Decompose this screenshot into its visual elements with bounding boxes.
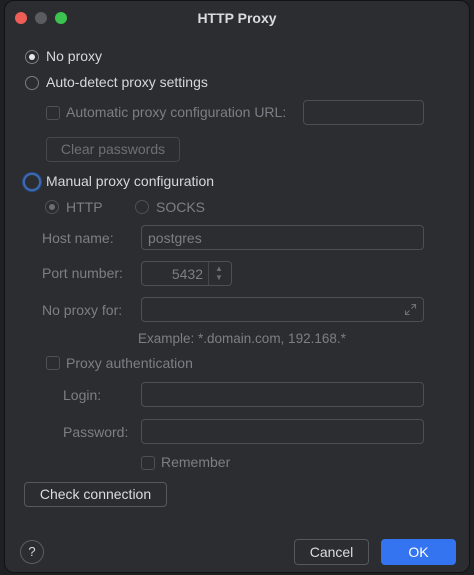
password-label: Password: [63,424,129,440]
title-bar: HTTP Proxy [5,1,469,35]
auto-detect-radio[interactable] [25,76,39,90]
http-proxy-dialog: HTTP Proxy No proxy Auto-detect proxy se… [4,0,470,573]
port-number-stepper[interactable]: 5432 ▲ ▼ [141,261,232,286]
stepper-arrows[interactable]: ▲ ▼ [208,262,231,285]
login-label: Login: [63,387,102,403]
auto-config-url-checkbox[interactable] [46,106,60,120]
no-proxy-for-label: No proxy for: [42,302,123,318]
http-label[interactable]: HTTP [66,199,103,215]
ok-button[interactable]: OK [381,539,456,565]
chevron-up-icon[interactable]: ▲ [215,265,223,273]
no-proxy-example-hint: Example: *.domain.com, 192.168.* [138,331,346,346]
proxy-auth-label[interactable]: Proxy authentication [66,355,193,371]
auto-config-url-input[interactable] [303,100,424,125]
port-number-value: 5432 [171,266,203,282]
socks-radio[interactable] [135,200,149,214]
no-proxy-for-input[interactable] [141,297,424,322]
host-name-label: Host name: [42,230,114,246]
remember-label[interactable]: Remember [161,454,230,470]
dialog-title: HTTP Proxy [197,10,277,26]
no-proxy-label[interactable]: No proxy [46,48,102,64]
remember-checkbox[interactable] [141,456,155,470]
no-proxy-radio[interactable] [25,50,39,64]
auto-detect-label[interactable]: Auto-detect proxy settings [46,74,208,90]
clear-passwords-button[interactable]: Clear passwords [46,137,180,162]
chevron-down-icon[interactable]: ▼ [215,274,223,282]
host-name-input[interactable]: postgres [141,225,424,250]
auto-config-url-label: Automatic proxy configuration URL: [66,104,287,120]
password-input[interactable] [141,419,424,444]
manual-proxy-label[interactable]: Manual proxy configuration [46,173,214,189]
expand-icon[interactable] [404,303,417,316]
cancel-button[interactable]: Cancel [294,539,369,565]
check-connection-button[interactable]: Check connection [24,482,167,507]
help-button[interactable]: ? [20,540,44,564]
login-input[interactable] [141,382,424,407]
socks-label[interactable]: SOCKS [156,199,205,215]
port-number-label: Port number: [42,265,123,281]
http-radio[interactable] [45,200,59,214]
manual-proxy-radio[interactable] [23,173,41,191]
proxy-auth-checkbox[interactable] [46,356,60,370]
